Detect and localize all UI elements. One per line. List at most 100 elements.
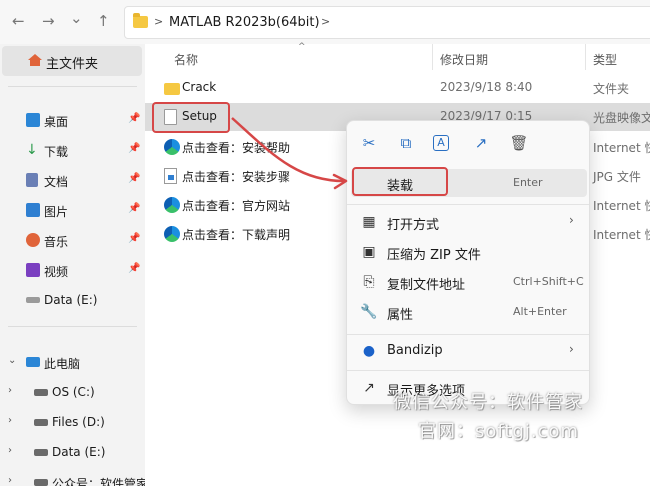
navigation-bar: ← → ⌄ ↑ > MATLAB R2023b(64bit) > xyxy=(0,0,650,44)
file-row-crack[interactable]: Crack 2023/9/18 8:40 文件夹 xyxy=(145,74,650,102)
folder-icon xyxy=(164,83,180,95)
drive-icon xyxy=(34,479,48,486)
share-icon[interactable]: ↗ xyxy=(471,133,491,153)
column-header-type[interactable]: 类型 xyxy=(593,51,617,68)
sidebar-item-label: 文档 xyxy=(44,175,69,189)
os-drive-icon xyxy=(34,389,48,396)
sidebar-item-documents[interactable]: 文档 📌 xyxy=(0,168,145,194)
sidebar-item-home[interactable]: 主文件夹 xyxy=(2,46,142,76)
context-menu: ✂ ⧉ A ↗ 🗑 装载 Enter ▦ 打开方式 › ▣ 压缩为 ZIP 文件… xyxy=(346,120,590,405)
folder-icon xyxy=(133,13,148,28)
menu-item-compress-zip[interactable]: ▣ 压缩为 ZIP 文件 xyxy=(351,238,587,266)
sidebar-item-label: OS (C:) xyxy=(52,385,95,399)
path-separator-icon[interactable]: > xyxy=(321,15,330,28)
sidebar-item-data-drive[interactable]: Data (E:) xyxy=(0,288,145,314)
watermark-wechat: 微信公众号：软件管家 xyxy=(393,392,583,413)
sidebar-item-network-drive[interactable]: › 公众号：软件管家 xyxy=(0,470,149,486)
forward-arrow-icon[interactable]: → xyxy=(42,12,55,30)
sidebar-item-data-drive[interactable]: › Data (E:) xyxy=(0,440,145,466)
mount-annotation-box xyxy=(352,167,448,196)
file-type: Internet 快 xyxy=(593,228,650,242)
submenu-chevron-icon: › xyxy=(569,213,574,227)
bandizip-icon: ● xyxy=(362,343,376,359)
rename-icon[interactable]: A xyxy=(433,135,449,151)
shortcut-label: Ctrl+Shift+C xyxy=(513,275,584,288)
expand-chevron-icon[interactable]: › xyxy=(8,445,12,456)
menu-item-label: 打开方式 xyxy=(387,218,440,233)
expand-chevron-icon[interactable]: › xyxy=(8,385,12,396)
drive-icon xyxy=(26,297,40,303)
navigation-pane: 主文件夹 桌面 📌 ↓ 下载 📌 文档 📌 图片 📌 音乐 📌 视频 📌 Dat… xyxy=(0,44,149,486)
pin-icon[interactable]: 📌 xyxy=(128,203,140,214)
file-type: JPG 文件 xyxy=(593,170,641,184)
menu-item-label: 压缩为 ZIP 文件 xyxy=(387,248,481,263)
edge-shortcut-icon xyxy=(164,226,180,242)
menu-divider xyxy=(347,204,589,205)
setup-annotation-box xyxy=(152,102,230,133)
expand-chevron-icon[interactable]: › xyxy=(8,415,12,426)
file-name: 点击查看：安装步骤 xyxy=(182,170,291,184)
file-name: 点击查看：官方网站 xyxy=(182,199,291,213)
recent-dropdown-icon[interactable]: ⌄ xyxy=(70,9,83,27)
copy-icon[interactable]: ⧉ xyxy=(396,133,416,153)
path-separator-icon: > xyxy=(154,15,164,28)
file-name: 点击查看：下载声明 xyxy=(182,228,291,242)
sidebar-item-files-drive[interactable]: › Files (D:) xyxy=(0,410,145,436)
menu-item-label: 属性 xyxy=(387,308,414,323)
sidebar-divider xyxy=(8,86,137,87)
expand-chevron-icon[interactable]: › xyxy=(8,475,12,486)
sidebar-item-downloads[interactable]: ↓ 下载 📌 xyxy=(0,138,145,164)
collapse-chevron-icon[interactable]: ⌄ xyxy=(8,355,16,366)
menu-divider xyxy=(347,334,589,335)
breadcrumb-path[interactable]: MATLAB R2023b(64bit) xyxy=(169,15,320,30)
column-header-name[interactable]: 名称 xyxy=(174,51,198,68)
column-divider[interactable] xyxy=(585,44,586,70)
sidebar-item-label: 图片 xyxy=(44,205,69,219)
sidebar-item-label: 主文件夹 xyxy=(46,57,99,72)
sidebar-item-label: Data (E:) xyxy=(52,445,106,459)
watermark-website: 官网：softgj.com xyxy=(418,421,580,442)
file-type: Internet 快 xyxy=(593,199,650,213)
column-divider[interactable] xyxy=(432,44,433,70)
pin-icon[interactable]: 📌 xyxy=(128,263,140,274)
sidebar-item-this-pc[interactable]: ⌄ 此电脑 xyxy=(0,350,145,376)
pin-icon[interactable]: 📌 xyxy=(128,113,140,124)
download-icon: ↓ xyxy=(26,142,38,158)
menu-item-bandizip[interactable]: ● Bandizip › xyxy=(351,337,587,365)
menu-item-copy-path[interactable]: ⎘ 复制文件地址 Ctrl+Shift+C xyxy=(351,268,587,296)
menu-item-open-with[interactable]: ▦ 打开方式 › xyxy=(351,208,587,236)
desktop-icon xyxy=(26,113,40,127)
sidebar-item-label: Data (E:) xyxy=(44,293,98,307)
file-type: 光盘映像文 xyxy=(593,111,650,125)
sidebar-item-label: 公众号：软件管家 xyxy=(52,477,149,486)
jpg-file-icon xyxy=(164,168,177,184)
pin-icon[interactable]: 📌 xyxy=(128,143,140,154)
sidebar-item-label: Files (D:) xyxy=(52,415,105,429)
computer-icon xyxy=(26,357,40,367)
sidebar-item-label: 音乐 xyxy=(44,235,69,249)
file-name: 点击查看：安装帮助 xyxy=(182,141,291,155)
sidebar-item-label: 此电脑 xyxy=(44,357,81,371)
sidebar-item-videos[interactable]: 视频 📌 xyxy=(0,258,145,284)
sidebar-item-desktop[interactable]: 桌面 📌 xyxy=(0,108,145,134)
column-header-date[interactable]: 修改日期 xyxy=(440,51,488,68)
sidebar-item-music[interactable]: 音乐 📌 xyxy=(0,228,145,254)
sidebar-item-label: 视频 xyxy=(44,265,69,279)
home-icon xyxy=(28,54,42,66)
drive-icon xyxy=(34,419,48,426)
file-name: Crack xyxy=(182,80,217,94)
file-type: Internet 快 xyxy=(593,141,650,155)
up-arrow-icon[interactable]: ↑ xyxy=(97,12,110,30)
menu-item-label: Bandizip xyxy=(387,343,443,358)
sidebar-item-os-drive[interactable]: › OS (C:) xyxy=(0,380,145,406)
delete-icon[interactable]: 🗑 xyxy=(509,133,529,153)
sidebar-item-pictures[interactable]: 图片 📌 xyxy=(0,198,145,224)
music-icon xyxy=(26,233,40,247)
cut-icon[interactable]: ✂ xyxy=(359,133,379,153)
pin-icon[interactable]: 📌 xyxy=(128,233,140,244)
address-bar[interactable]: > MATLAB R2023b(64bit) > xyxy=(124,6,650,39)
menu-item-properties[interactable]: 🔧 属性 Alt+Enter xyxy=(351,298,587,326)
pin-icon[interactable]: 📌 xyxy=(128,173,140,184)
back-arrow-icon[interactable]: ← xyxy=(12,12,25,30)
menu-divider xyxy=(347,370,589,371)
